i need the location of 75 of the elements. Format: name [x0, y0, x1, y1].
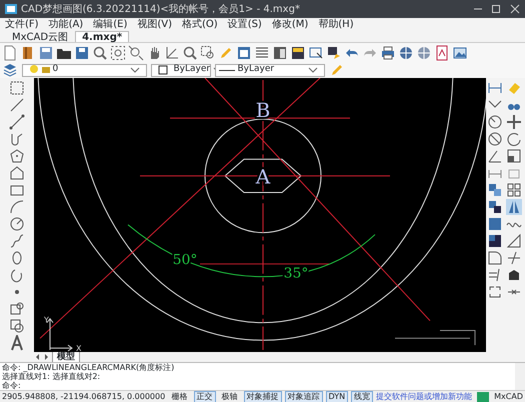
- break-icon[interactable]: [487, 284, 503, 300]
- printer-icon[interactable]: [380, 44, 396, 60]
- mirror-icon[interactable]: [506, 199, 522, 215]
- status-toggle[interactable]: DYN: [326, 390, 348, 402]
- move-icon[interactable]: [506, 114, 522, 130]
- menu-item[interactable]: 修改(M): [266, 18, 314, 31]
- tab-scroll-icon[interactable]: [36, 354, 48, 360]
- command-line: 选择直线对1: 选择直线对2:: [1, 372, 102, 381]
- radius-icon[interactable]: [487, 114, 503, 130]
- coordinates: 2905.948808, -21194.068715, 0.000000: [2, 392, 166, 402]
- block-insert-icon[interactable]: [9, 301, 25, 317]
- zoom-extents-icon[interactable]: [128, 44, 144, 60]
- trim-icon[interactable]: [506, 250, 522, 266]
- menu-item[interactable]: 文件(F): [0, 18, 44, 31]
- status-toggle[interactable]: 线宽: [351, 390, 374, 402]
- polyline-icon[interactable]: [9, 131, 25, 147]
- point-label: B: [256, 99, 270, 122]
- ellipse-arc-icon[interactable]: [9, 267, 25, 283]
- zoom-icon[interactable]: [92, 44, 108, 60]
- save-as-icon[interactable]: [74, 44, 90, 60]
- lock-icon: [42, 67, 50, 73]
- fillet-icon[interactable]: [487, 250, 503, 266]
- arc-icon[interactable]: [9, 199, 25, 215]
- rotate-icon[interactable]: [506, 131, 522, 147]
- globe-icon[interactable]: [398, 44, 414, 60]
- zoom-previous-icon[interactable]: [200, 44, 216, 60]
- linetype-dropdown[interactable]: ByLayer: [215, 64, 325, 76]
- array-icon[interactable]: [506, 182, 522, 198]
- status-toggle[interactable]: 正交: [194, 390, 216, 402]
- select-window-icon[interactable]: [308, 44, 324, 60]
- command-line: 命令: _DRAWLINEANGLEARCMARK(角度标注): [1, 363, 176, 372]
- picture-icon[interactable]: [452, 44, 468, 60]
- spline-icon[interactable]: [9, 233, 25, 249]
- command-line: 命令:: [1, 381, 22, 390]
- menu-item[interactable]: 视图(V): [132, 18, 177, 31]
- command-scrollbar[interactable]: [515, 363, 525, 390]
- menu-item[interactable]: 帮助(H): [313, 18, 359, 31]
- status-toggle[interactable]: 极轴: [218, 390, 241, 402]
- menu-item[interactable]: 设置(S): [222, 18, 267, 31]
- search-icon[interactable]: [182, 44, 198, 60]
- layer-dropdown[interactable]: 0: [22, 64, 147, 76]
- globe-icon[interactable]: [416, 44, 432, 60]
- status-toggle[interactable]: 栅格: [168, 390, 191, 402]
- status-toggle[interactable]: 对象捕捉: [244, 390, 282, 402]
- house-shape-icon[interactable]: [9, 165, 25, 181]
- feedback-link[interactable]: 提交软件问题或增加新功能: [376, 392, 472, 402]
- layout-tab[interactable]: 模型: [52, 352, 80, 363]
- scale-icon[interactable]: [506, 148, 522, 164]
- list-icon[interactable]: [254, 44, 270, 60]
- text-icon[interactable]: [9, 335, 25, 351]
- dimension-line-icon[interactable]: [9, 114, 25, 130]
- menu-item[interactable]: 格式(O): [177, 18, 223, 31]
- rectangle-select-icon[interactable]: [9, 80, 25, 96]
- pdf-icon[interactable]: [434, 44, 450, 60]
- diameter-icon[interactable]: [487, 131, 503, 147]
- dimension-icon[interactable]: [487, 80, 503, 96]
- window-icon[interactable]: [236, 44, 252, 60]
- status-toggle[interactable]: 对象追踪: [284, 390, 323, 402]
- menu-item[interactable]: 编辑(E): [88, 18, 132, 31]
- layers-icon[interactable]: [2, 62, 18, 78]
- window-title: CAD梦想画图(6.3.20221114)<我的帐号，会员1> - 4.mxg*: [21, 2, 301, 16]
- brand-name: MxCAD: [494, 392, 523, 402]
- line-icon[interactable]: [9, 97, 25, 113]
- pentagon-icon[interactable]: [9, 148, 25, 164]
- zoom-window-icon[interactable]: [110, 44, 126, 60]
- angle-icon[interactable]: [487, 148, 503, 164]
- panel-icon[interactable]: [272, 44, 288, 60]
- document-tab[interactable]: 4.mxg*: [75, 31, 130, 42]
- circle-icon[interactable]: [9, 216, 25, 232]
- app-icon: [2, 1, 18, 17]
- chamfer-icon[interactable]: [506, 233, 522, 249]
- axes-icon[interactable]: [164, 44, 180, 60]
- menu-item[interactable]: 功能(A): [44, 18, 88, 31]
- document-tab[interactable]: MxCAD云图: [5, 31, 76, 42]
- block-create-icon[interactable]: [9, 318, 25, 334]
